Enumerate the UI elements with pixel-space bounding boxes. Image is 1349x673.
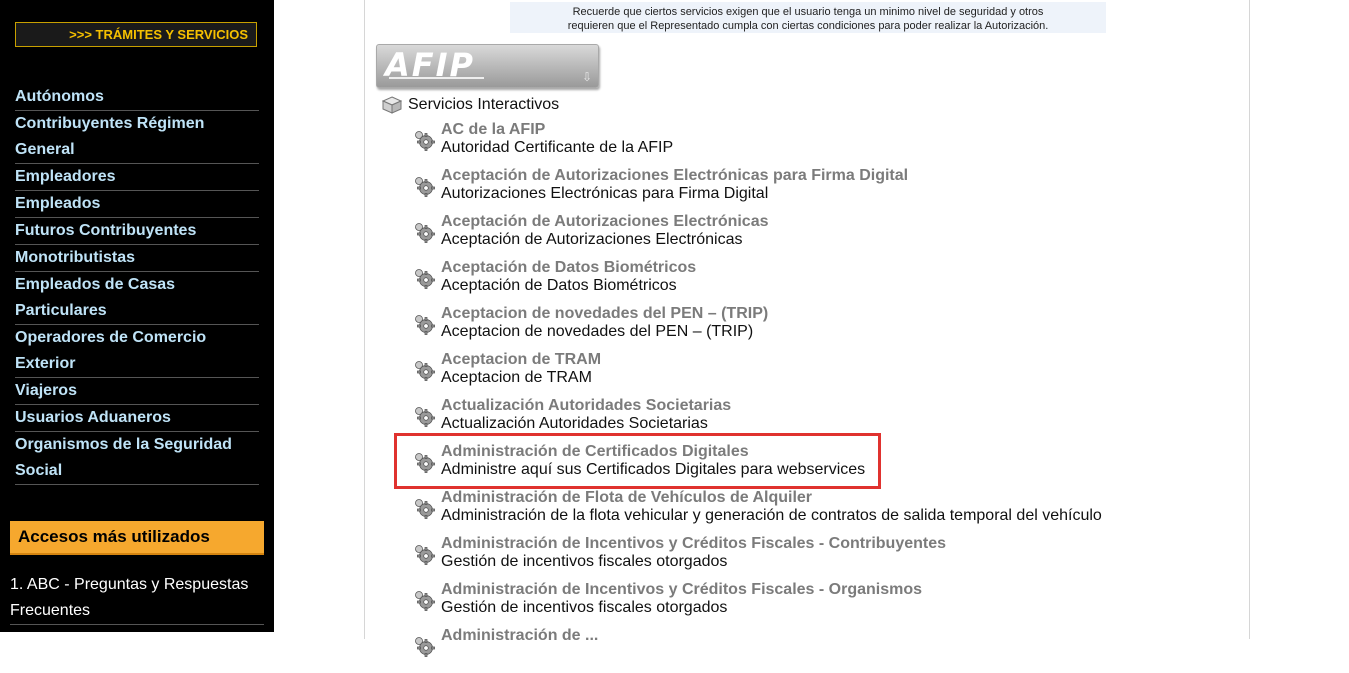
sidebar-item-viajeros[interactable]: Viajeros (15, 378, 259, 405)
afip-logo[interactable]: AFIP ⇩ (376, 44, 599, 88)
notice-line-2: requieren que el Representado cumpla con… (567, 20, 1049, 32)
sidebar-nav: Autónomos Contribuyentes Régimen General… (15, 84, 259, 485)
afip-logo-underline (389, 77, 484, 79)
service-description: Aceptacion de novedades del PEN – (TRIP) (441, 323, 754, 340)
service-title-link[interactable]: Aceptación de Autorizaciones Electrónica… (441, 213, 1132, 231)
gear-icon (413, 175, 435, 197)
cube-icon (382, 96, 402, 114)
service-item[interactable]: Aceptacion de novedades del PEN – (TRIP)… (412, 305, 1132, 351)
service-item[interactable]: Administración de Flota de Vehículos de … (412, 489, 1132, 535)
sidebar-item-empleadores[interactable]: Empleadores (15, 164, 259, 191)
gear-icon (413, 405, 435, 427)
sidebar-item-monotributistas[interactable]: Monotributistas (15, 245, 259, 272)
service-list: AC de la AFIP Autoridad Certificante de l… (412, 121, 1132, 673)
service-item[interactable]: Aceptación de Autorizaciones Electrónica… (412, 213, 1132, 259)
sidebar-item-autonomos[interactable]: Autónomos (15, 84, 259, 111)
acceso-item-abc[interactable]: 1. ABC - Preguntas y Respuestas Frecuent… (10, 572, 264, 625)
service-title-link[interactable]: Aceptación de Autorizaciones Electrónica… (441, 167, 1132, 185)
accesos-header: Accesos más utilizados (10, 521, 264, 555)
gear-icon (413, 313, 435, 335)
sidebar-item-contribuyentes-regimen-general[interactable]: Contribuyentes Régimen General (15, 111, 259, 164)
service-item[interactable]: AC de la AFIP Autoridad Certificante de l… (412, 121, 1132, 167)
service-item[interactable]: Aceptación de Datos Biométricos Aceptació… (412, 259, 1132, 305)
service-item[interactable]: Administración de Incentivos y Créditos … (412, 581, 1132, 627)
download-arrow-icon: ⇩ (581, 70, 592, 84)
service-description: Aceptación de Autorizaciones Electrónica… (441, 231, 743, 248)
service-item[interactable]: Aceptación de Autorizaciones Electrónica… (412, 167, 1132, 213)
gear-icon (413, 129, 435, 151)
gear-icon (413, 635, 435, 657)
gear-icon (413, 267, 435, 289)
service-title-link[interactable]: Administración de Incentivos y Créditos … (441, 581, 1132, 599)
service-item[interactable]: Administración de ... (412, 627, 1132, 673)
service-item[interactable]: Administración de Incentivos y Créditos … (412, 535, 1132, 581)
sidebar-item-empleados-casas-particulares[interactable]: Empleados de Casas Particulares (15, 272, 259, 325)
tramites-y-servicios-button[interactable]: >>> TRÁMITES Y SERVICIOS (15, 22, 257, 47)
service-title-link[interactable]: Administración de ... (441, 627, 1132, 645)
service-description: Gestión de incentivos fiscales otorgados (441, 599, 728, 616)
tree-root-servicios-interactivos[interactable]: Servicios Interactivos (382, 96, 559, 114)
service-description: Administración de la flota vehicular y g… (441, 507, 1102, 524)
accesos-list: 1. ABC - Preguntas y Respuestas Frecuent… (10, 572, 264, 625)
sidebar-item-organismos-seguridad-social[interactable]: Organismos de la Seguridad Social (15, 432, 259, 485)
service-title-link[interactable]: Administración de Incentivos y Créditos … (441, 535, 1132, 553)
gear-icon (413, 359, 435, 381)
service-description: Actualización Autoridades Societarias (441, 415, 708, 432)
service-item[interactable]: Aceptacion de TRAM Aceptacion de TRAM (412, 351, 1132, 397)
service-item[interactable]: Actualización Autoridades Societarias Act… (412, 397, 1132, 443)
gear-icon (413, 543, 435, 565)
service-title-link[interactable]: Administración de Certificados Digitales (441, 443, 1132, 461)
service-title-link[interactable]: Aceptación de Datos Biométricos (441, 259, 1132, 277)
security-notice: Recuerde que ciertos servicios exigen qu… (510, 2, 1106, 33)
service-title-link[interactable]: Aceptacion de novedades del PEN – (TRIP) (441, 305, 1132, 323)
gear-icon (413, 451, 435, 473)
service-description: Aceptacion de TRAM (441, 369, 592, 386)
service-item[interactable]: Administración de Certificados Digitales… (412, 443, 1132, 489)
service-description: Gestión de incentivos fiscales otorgados (441, 553, 728, 570)
tree-root-label: Servicios Interactivos (408, 96, 560, 113)
service-description: Administre aquí sus Certificados Digital… (441, 461, 866, 478)
service-title-link[interactable]: Actualización Autoridades Societarias (441, 397, 1132, 415)
gear-icon (413, 497, 435, 519)
gear-icon (413, 221, 435, 243)
service-description: Aceptación de Datos Biométricos (441, 277, 677, 294)
service-title-link[interactable]: Aceptacion de TRAM (441, 351, 1132, 369)
service-title-link[interactable]: AC de la AFIP (441, 121, 1132, 139)
notice-line-1: Recuerde que ciertos servicios exigen qu… (572, 6, 1044, 18)
sidebar-item-empleados[interactable]: Empleados (15, 191, 259, 218)
sidebar: >>> TRÁMITES Y SERVICIOS Autónomos Contr… (0, 0, 274, 632)
gear-icon (413, 589, 435, 611)
service-description: Autoridad Certificante de la AFIP (441, 139, 674, 156)
sidebar-item-usuarios-aduaneros[interactable]: Usuarios Aduaneros (15, 405, 259, 432)
service-description: Autorizaciones Electrónicas para Firma D… (441, 185, 769, 202)
sidebar-item-operadores-comercio-exterior[interactable]: Operadores de Comercio Exterior (15, 325, 259, 378)
sidebar-item-futuros-contribuyentes[interactable]: Futuros Contribuyentes (15, 218, 259, 245)
service-title-link[interactable]: Administración de Flota de Vehículos de … (441, 489, 1132, 507)
